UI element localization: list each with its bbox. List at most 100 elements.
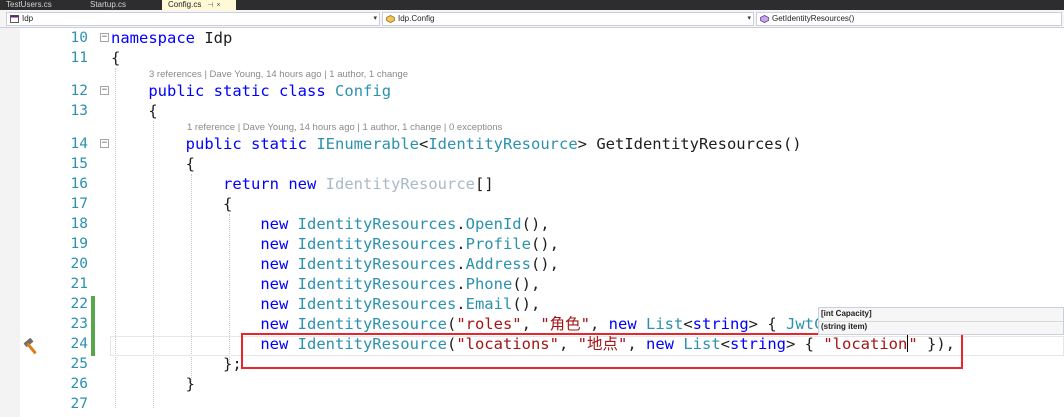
code-token: new [260,315,289,333]
type-name: Idp.Config [398,14,435,23]
code-line[interactable]: 12 − public static class Config [0,81,1064,101]
code-token: static [251,135,307,153]
code-text[interactable]: }; [111,354,242,374]
code-token: }; [111,355,242,373]
code-text[interactable]: public static IEnumerable<IdentityResour… [111,134,802,154]
code-token: new [260,235,289,253]
parameter-info-tooltip: [int Capacity] (string item) [818,307,1064,335]
line-number: 19 [70,236,88,252]
code-token: IdentityResource [297,315,447,333]
close-icon[interactable]: × [216,1,220,10]
tab-label: TestUsers.cs [6,0,52,9]
code-line[interactable]: 17 { [0,194,1064,214]
codelens-method[interactable]: 1 reference | Dave Young, 14 hours ago |… [187,121,502,135]
tab-startup[interactable]: Startup.cs [84,0,162,10]
code-token: Email [465,295,513,313]
navigation-bar: Idp ▾ Idp.Config ▾ GetIdentityResources(… [0,10,1064,28]
code-token: { [111,102,158,120]
code-token: (), [512,295,541,313]
code-token: IdentityResource [325,175,475,193]
tab-testusers[interactable]: TestUsers.cs [0,0,84,10]
code-token: IdentityResource [428,135,578,153]
code-line[interactable]: 15 { [0,154,1064,174]
code-token: , [521,315,541,333]
code-token: static [213,82,270,100]
code-text[interactable]: new IdentityResource("roles", "角色", new … [111,314,823,334]
collapse-icon[interactable]: − [100,33,109,42]
line-number: 13 [70,103,88,119]
code-text[interactable]: new IdentityResources.OpenId(), [111,214,549,234]
code-token: Config [335,82,392,100]
code-token: class [279,82,326,100]
member-name: GetIdentityResources() [772,14,855,23]
code-token: IdentityResources [297,275,457,293]
tooltip-item: (string item) [821,322,868,331]
code-line[interactable]: 16 return new IdentityResource[] [0,174,1064,194]
line-number: 24 [70,336,88,352]
code-token: return [222,175,279,193]
code-line[interactable]: 19 new IdentityResources.Profile(), [0,234,1064,254]
code-text[interactable]: { [111,154,195,174]
code-text[interactable]: new IdentityResources.Address(), [111,254,559,274]
code-token: "roles" [456,315,522,333]
pin-icon[interactable]: ⊣ [207,1,213,10]
code-text[interactable]: new IdentityResources.Email(), [111,294,540,314]
code-line[interactable]: 27 [0,394,1064,414]
tab-label: Config.cs [168,0,202,9]
code-token: } [111,375,195,393]
code-line[interactable]: 26 } [0,374,1064,394]
code-token: (), [530,235,559,253]
highlight-box [241,333,963,369]
hammer-icon[interactable] [22,338,40,356]
code-line[interactable]: 21 new IdentityResources.Phone(), [0,274,1064,294]
code-line[interactable]: 20 new IdentityResources.Address(), [0,254,1064,274]
code-text[interactable]: public static class Config [111,81,391,101]
code-line[interactable]: 10 − namespace Idp [0,28,1064,48]
code-token: new [260,215,289,233]
code-text[interactable]: { [111,194,232,214]
code-line[interactable]: 11 { [0,48,1064,68]
code-token: { [111,155,195,173]
code-token: (), [512,275,541,293]
code-line[interactable]: 18 new IdentityResources.OpenId(), [0,214,1064,234]
line-number: 26 [70,376,88,392]
code-token: "角色" [540,315,590,333]
code-text[interactable]: } [111,374,195,394]
code-token: public [185,135,242,153]
code-text[interactable]: new IdentityResources.Profile(), [111,234,559,254]
code-line[interactable]: 13 { [0,101,1064,121]
csharp-project-icon [10,15,19,23]
code-token: . [456,295,466,313]
code-text[interactable]: { [111,101,158,121]
codelens-class[interactable]: 3 references | Dave Young, 14 hours ago … [149,68,408,82]
project-dropdown[interactable]: Idp ▾ [6,12,380,26]
line-number: 15 [70,156,88,172]
code-token: public [148,82,205,100]
member-dropdown[interactable]: GetIdentityResources() [756,12,1062,26]
code-text[interactable]: new IdentityResources.Phone(), [111,274,540,294]
method-icon [760,15,769,23]
tab-config[interactable]: Config.cs ⊣ × [162,0,236,10]
chevron-down-icon: ▾ [373,15,377,22]
code-token: > { [748,315,786,333]
code-text[interactable]: namespace Idp [111,28,232,48]
code-token: new [260,295,289,313]
code-text[interactable]: return new IdentityResource[] [111,174,494,194]
type-dropdown[interactable]: Idp.Config ▾ [382,12,754,26]
code-token: . [456,235,466,253]
code-text[interactable]: { [111,48,120,68]
collapse-icon[interactable]: − [100,86,109,95]
code-token: new [608,315,637,333]
code-line[interactable]: 14 − public static IEnumerable<IdentityRe… [0,134,1064,154]
collapse-icon[interactable]: − [100,139,109,148]
code-editor[interactable]: 3 references | Dave Young, 14 hours ago … [0,28,1064,417]
line-number: 11 [70,50,88,66]
